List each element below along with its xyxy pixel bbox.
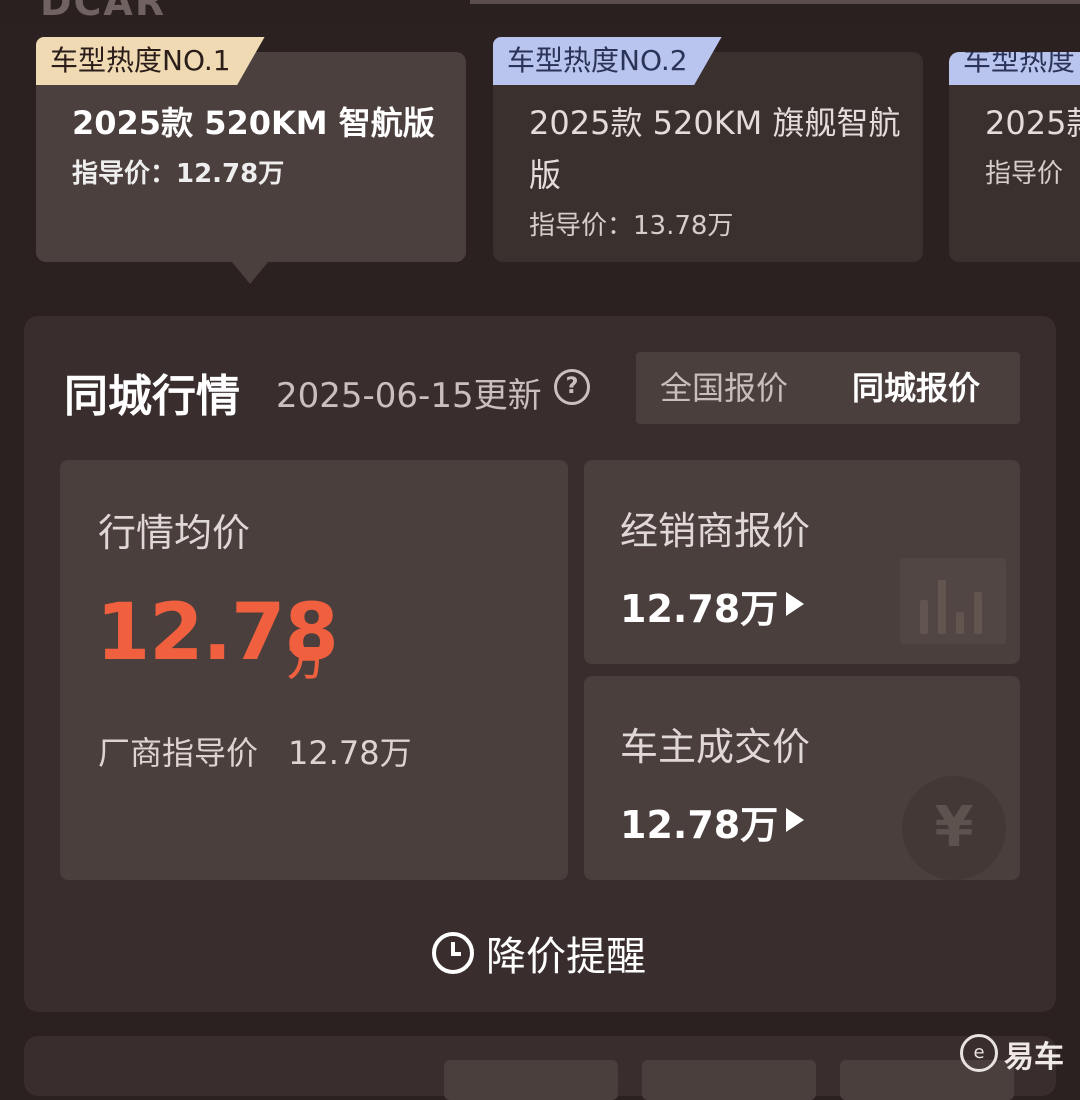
owner-price-label: 车主成交价 [620, 725, 811, 769]
tab-national-price[interactable]: 全国报价 [660, 352, 788, 424]
trim-price: 指导价：12.78万 [72, 159, 285, 189]
owner-price-panel[interactable]: 车主成交价 12.78万 ¥ [584, 676, 1020, 880]
top-divider [470, 0, 1080, 4]
alarm-clock-icon [432, 932, 474, 974]
yen-coin-icon: ¥ [902, 776, 1006, 880]
trim-rank-tag: 车型热度NO.2 [493, 37, 722, 85]
owner-price-value: 12.78万 [620, 803, 779, 847]
brand-logo: DCAR [40, 0, 167, 24]
update-date: 2025-06-15更新 [276, 376, 542, 416]
dealer-price-label: 经销商报价 [620, 509, 811, 553]
top-bar: DCAR [0, 0, 1080, 30]
help-icon[interactable]: ? [554, 369, 590, 405]
trim-card-1[interactable]: 车型热度NO.1 2025款 520KM 智航版 指导价：12.78万 [36, 37, 466, 262]
trim-rank-tag: 车型热度NO.1 [36, 37, 265, 85]
section-title: 同城行情 [64, 371, 240, 422]
dealer-price-value: 12.78万 [620, 587, 779, 631]
next-section-chip[interactable] [642, 1060, 816, 1100]
average-price-label: 行情均价 [98, 511, 251, 555]
play-arrow-icon [786, 808, 804, 832]
watermark-text: 易车 [1004, 1040, 1064, 1075]
price-drop-alert-label: 降价提醒 [486, 934, 646, 980]
trim-name: 2025款 版 [985, 104, 1080, 142]
tab-city-price[interactable]: 同城报价 [852, 352, 980, 424]
play-arrow-icon [786, 592, 804, 616]
trim-card-2[interactable]: 车型热度NO.2 2025款 520KM 旗舰智航版 指导价：13.78万 [493, 37, 923, 262]
market-card: 同城行情 2025-06-15更新 ? 全国报价 同城报价 行情均价 12.78… [24, 316, 1056, 1012]
trim-name: 2025款 520KM 旗舰智航版 [529, 104, 901, 194]
next-section-chip[interactable] [444, 1060, 618, 1100]
trim-rank-tag: 车型热度 [949, 52, 1080, 85]
dealer-price-panel[interactable]: 经销商报价 12.78万 [584, 460, 1020, 664]
msrp-value: 12.78万 [288, 734, 412, 772]
watermark: e 易车 [960, 1030, 1070, 1075]
trim-price: 指导价 [985, 159, 1064, 189]
trim-price: 指导价：13.78万 [529, 211, 734, 241]
msrp-label: 厂商指导价 [98, 734, 259, 772]
watermark-logo-icon: e [960, 1034, 998, 1072]
average-price-panel: 行情均价 12.78 万 厂商指导价 12.78万 [60, 460, 568, 880]
trim-name: 2025款 520KM 智航版 [72, 104, 435, 142]
selected-pointer [232, 262, 268, 284]
trim-card-3[interactable]: 车型热度 2025款 版 指导价 [949, 52, 1080, 262]
price-scope-toggle: 全国报价 同城报价 [636, 352, 1020, 424]
bar-chart-icon [900, 558, 1006, 644]
average-price-unit: 万 [288, 643, 325, 684]
